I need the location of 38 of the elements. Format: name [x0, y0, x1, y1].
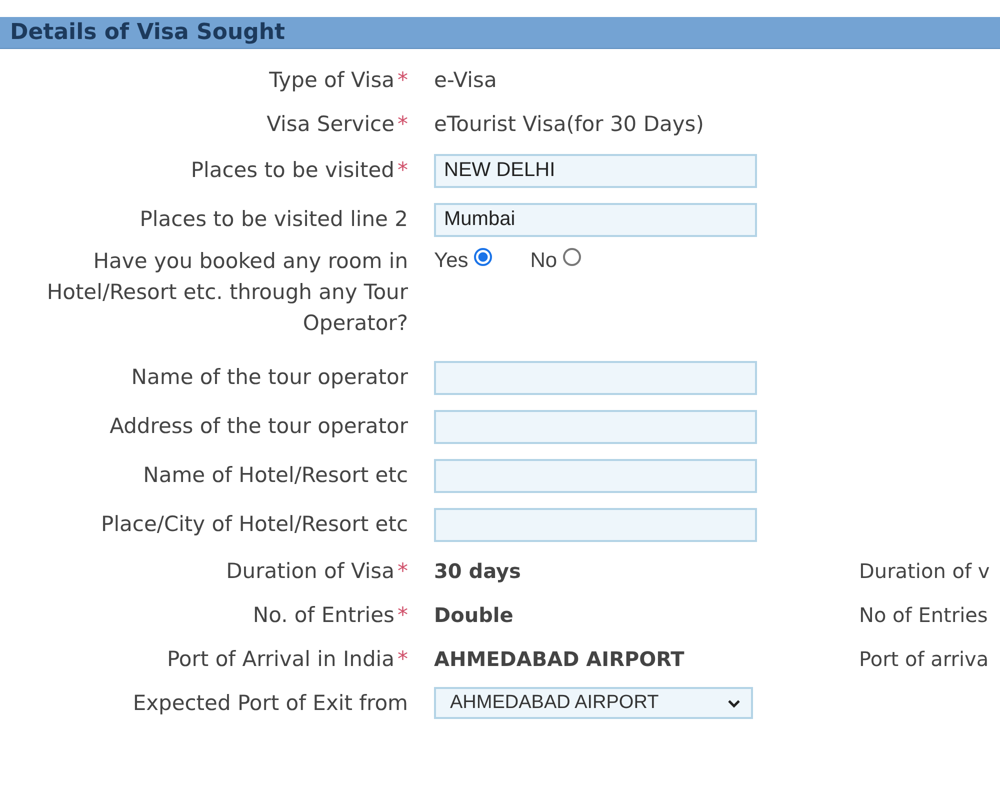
required-mark: * — [398, 602, 408, 628]
input-field[interactable]: Mumbai — [434, 202, 757, 236]
input-field[interactable] — [434, 458, 757, 492]
field-label: Type of Visa — [269, 66, 394, 94]
required-mark: * — [398, 646, 408, 672]
field-label: Visa Service — [266, 110, 394, 138]
field-value: 30 days — [434, 559, 521, 583]
field-value: eTourist Visa(for 30 Days) — [434, 112, 704, 136]
field-label: Name of Hotel/Resort etc — [143, 462, 408, 489]
radio-option[interactable]: No — [530, 246, 582, 273]
side-label: Port of arriva — [859, 647, 989, 671]
field-label: Place/City of Hotel/Resort etc — [101, 511, 408, 538]
field-label: Port of Arrival in India — [167, 646, 394, 672]
caret-icon — [727, 698, 741, 708]
field-label: Have you booked any room in Hotel/Resort etc. through any Tour Operator? — [46, 249, 408, 335]
required-mark: * — [398, 157, 408, 184]
field-value: Double — [434, 603, 514, 627]
side-label: No of Entries — [859, 603, 988, 627]
section-title: Details of Visa Sought — [10, 20, 286, 45]
side-label: Duration of v — [859, 559, 990, 583]
field-value: AHMEDABAD AIRPORT — [434, 647, 684, 671]
input-field[interactable] — [434, 360, 757, 394]
radio-option[interactable]: Yes — [434, 246, 492, 273]
input-field[interactable] — [434, 410, 757, 444]
input-field[interactable] — [434, 508, 757, 542]
field-label: Address of the tour operator — [110, 413, 408, 440]
required-mark: * — [398, 558, 408, 584]
field-label: No. of Entries — [252, 602, 394, 628]
field-label: Name of the tour operator — [131, 364, 408, 391]
field-value: e-Visa — [434, 68, 497, 92]
field-label: Places to be visited line 2 — [140, 206, 408, 233]
field-label: Expected Port of Exit from — [132, 690, 408, 716]
field-label: Places to be visited — [190, 157, 394, 184]
required-mark: * — [398, 110, 408, 138]
field-label: Duration of Visa — [226, 558, 394, 584]
dropdown[interactable]: AHMEDABAD AIRPORT — [434, 687, 753, 719]
required-mark: * — [398, 66, 408, 94]
input-field[interactable]: NEW DELHI — [434, 154, 757, 188]
